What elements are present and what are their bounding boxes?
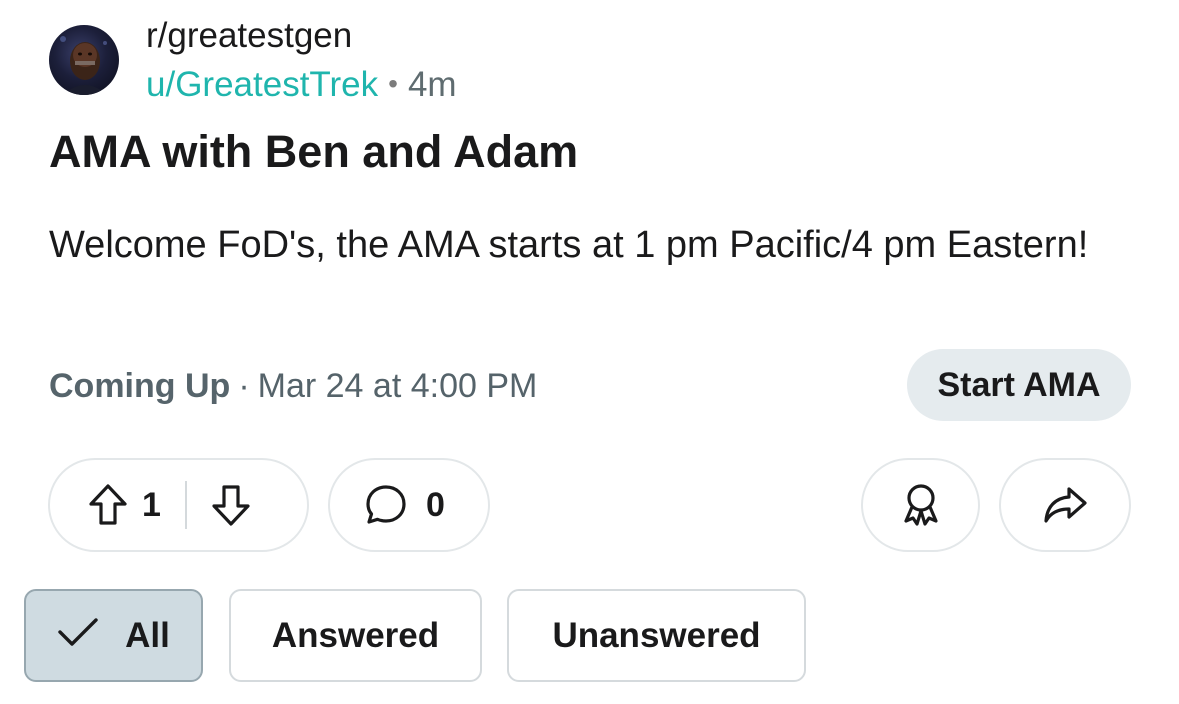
start-ama-button[interactable]: Start AMA xyxy=(907,349,1131,421)
award-icon xyxy=(899,481,943,529)
post-body: Welcome FoD's, the AMA starts at 1 pm Pa… xyxy=(49,224,1089,266)
ama-datetime: Mar 24 at 4:00 PM xyxy=(257,367,538,405)
user-avatar[interactable] xyxy=(49,25,119,95)
vote-count: 1 xyxy=(142,485,161,524)
share-button[interactable] xyxy=(999,458,1131,552)
filter-unanswered[interactable]: Unanswered xyxy=(507,589,806,682)
upvote-icon[interactable] xyxy=(88,483,128,527)
ama-status-label: Coming Up xyxy=(49,367,231,405)
check-icon xyxy=(57,616,99,656)
subreddit-name[interactable]: r/greatestgen xyxy=(146,14,352,58)
comments-button[interactable]: 0 xyxy=(328,458,490,552)
status-separator: · xyxy=(238,367,250,405)
post-card: r/greatestgen u/GreatestTrek • 4m AMA with… xyxy=(0,0,1179,704)
comment-icon xyxy=(364,483,408,527)
filter-all-label: All xyxy=(125,615,170,655)
avatar-image xyxy=(60,36,107,95)
filter-answered[interactable]: Answered xyxy=(229,589,482,682)
post-title: AMA with Ben and Adam xyxy=(49,126,579,177)
downvote-icon[interactable] xyxy=(211,483,251,527)
vote-control: 1 xyxy=(48,458,309,552)
author-username[interactable]: u/GreatestTrek xyxy=(146,65,378,104)
filter-all[interactable]: All xyxy=(24,589,203,682)
comment-count: 0 xyxy=(426,485,445,524)
award-button[interactable] xyxy=(861,458,980,552)
meta-separator: • xyxy=(388,68,398,99)
ama-status: Coming Up · Mar 24 at 4:00 PM xyxy=(49,364,537,408)
post-age: 4m xyxy=(407,65,457,104)
post-meta: u/GreatestTrek • 4m xyxy=(146,62,457,107)
share-icon xyxy=(1042,485,1088,525)
vote-divider xyxy=(184,481,187,529)
